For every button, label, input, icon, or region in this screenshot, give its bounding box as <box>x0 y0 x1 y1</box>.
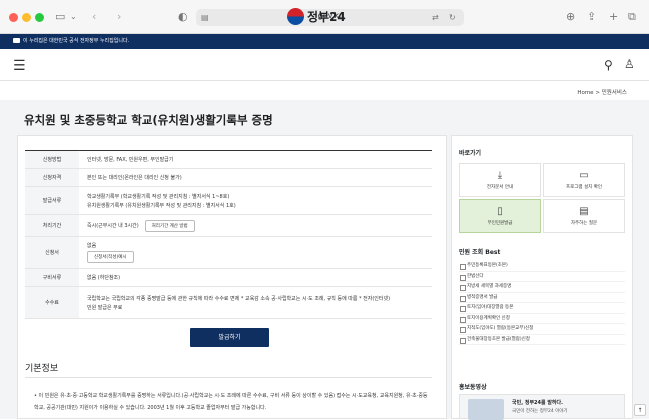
privacy-shield-icon[interactable]: ◐ <box>178 10 188 24</box>
share-icon[interactable]: ⇪ <box>587 10 596 24</box>
scroll-top-icon[interactable]: ↑ <box>634 404 646 416</box>
breadcrumb-separator: > <box>595 90 600 96</box>
chevron-down-icon[interactable]: ⌄ <box>70 10 77 24</box>
minimize-window-button[interactable] <box>22 13 31 22</box>
row-value: 즉시(근무시간 내 3시간) <box>87 223 139 229</box>
row-value: 없음 <box>87 243 97 249</box>
basic-info-body: 이 민원은 유·초·중·고등학교 학교생활기록부를 증명하는 서류입니다.(공·… <box>34 393 428 411</box>
list-item[interactable]: 토지이용계획확인 신청 <box>459 314 625 324</box>
sidebar-toggle-icon[interactable]: ▭ <box>55 10 65 24</box>
quick-link-program-check[interactable]: ▭ 프로그램 설치 확인 <box>543 163 625 197</box>
breadcrumb-home[interactable]: Home <box>577 90 593 96</box>
chat-icon: ▤ <box>579 205 589 217</box>
taegeuk-logo-icon <box>287 7 304 25</box>
table-row: 수수료 국립학교는 국립학교의 각종 증명발급 등에 관한 규칙에 따라 수수료… <box>25 287 432 319</box>
back-icon[interactable]: ‹ <box>92 10 96 24</box>
table-row: 처리기간 즉시(근무시간 내 3시간) 처리기간 계산 방법 <box>25 215 432 237</box>
best-list-title: 민원 조회 Best <box>459 249 501 256</box>
logo-text: 정부24 <box>307 9 346 24</box>
apply-button[interactable]: 발급하기 <box>190 328 269 347</box>
row-value: 없음 (하단참조) <box>87 275 121 281</box>
list-item[interactable]: 지방세 세목별 과세증명 <box>459 282 625 293</box>
monitor-icon: ▭ <box>579 169 589 181</box>
quick-links-title: 바로가기 <box>459 150 482 157</box>
best-civil-list: 주민등록표등본(초본) 한법선다 지방세 세목별 과세증명 병적증명서 발급 토… <box>459 261 625 345</box>
period-calc-button[interactable]: 처리기간 계산 방법 <box>144 219 195 232</box>
quick-link-label: 자주하는 질문 <box>570 220 598 226</box>
row-value: 본인 또는 대리인(온라인은 대리인 신청 불가) <box>87 175 182 181</box>
video-thumbnail[interactable] <box>468 399 504 420</box>
gov-banner-text: 이 누리집은 대한민국 공식 전자정부 누리집입니다. <box>23 38 130 44</box>
user-icon[interactable]: ♙ <box>624 57 635 71</box>
row-label: 신청서 <box>25 237 79 268</box>
row-value: 인터넷, 방문, FAX, 민원우편, 무인발급기 <box>87 157 174 163</box>
new-tab-icon[interactable]: + <box>609 10 618 24</box>
quick-link-kiosk[interactable]: ▯ 무인민원발급 <box>459 199 541 233</box>
table-row: 신청자격 본인 또는 대리인(온라인은 대리인 신청 불가) <box>25 169 432 187</box>
form-example-button[interactable]: 신청서(작성)예시 <box>87 251 134 263</box>
taegeuk-flag-icon <box>13 38 20 43</box>
promo-video-card[interactable]: 국민, 정부24를 말하다. 국민이 전하는 정부24 이야기 <box>459 394 625 420</box>
row-value: 유치원생활기록부 (유치원생활기록부 작성 및 관리지침 : 별지서식 1호) <box>87 202 236 209</box>
service-info-table: 신청방법 인터넷, 방문, FAX, 민원우편, 무인발급기 신청자격 본인 또… <box>25 150 432 319</box>
promo-subtext: 국민이 전하는 정부24 이야기 <box>512 409 568 414</box>
list-item[interactable]: 건축물대장등초본 발급(열람)신청 <box>459 335 625 345</box>
list-item[interactable]: 지적도(임야도) 열람(등본교부)신청 <box>459 324 625 335</box>
table-row: 발급서류 학교생활기록부 (학교생활기록 작성 및 관리지침 : 별지서식 1~… <box>25 187 432 215</box>
list-item[interactable]: 병적증명서 발급 <box>459 293 625 303</box>
basic-info-text: • 이 민원은 유·초·중·고등학교 학교생활기록부를 증명하는 서류입니다.(… <box>34 393 428 411</box>
page-title: 유치원 및 초중등학교 학교(유치원)생활기록부 증명 <box>24 113 273 127</box>
list-item[interactable]: 한법선다 <box>459 272 625 282</box>
search-icon[interactable]: ⚲ <box>604 58 613 72</box>
maximize-window-button[interactable] <box>35 13 44 22</box>
kiosk-icon: ▯ <box>497 205 503 217</box>
row-label: 구비서류 <box>25 269 79 286</box>
promo-headline: 국민, 정부24를 말하다. <box>512 400 564 406</box>
site-header <box>0 49 649 81</box>
download-icon[interactable]: ⊕ <box>566 10 575 24</box>
breadcrumb-current[interactable]: 민원서비스 <box>602 90 627 96</box>
translate-icon[interactable]: ⇄ <box>432 11 439 25</box>
close-window-button[interactable] <box>9 13 18 22</box>
list-item[interactable]: 토지(임야)대장열람 등본 <box>459 303 625 314</box>
promo-title: 홍보동영상 <box>459 384 487 391</box>
row-value: 학교생활기록부 (학교생활기록 작성 및 관리지침 : 별지서식 1~8호) <box>87 193 230 200</box>
download-icon: ⤓ <box>497 169 503 181</box>
quick-link-label: 무인민원발급 <box>487 220 513 226</box>
menu-icon[interactable]: ☰ <box>13 59 26 73</box>
forward-icon[interactable]: › <box>117 10 121 24</box>
row-label: 수수료 <box>25 287 79 318</box>
official-gov-banner: 이 누리집은 대한민국 공식 전자정부 누리집입니다. <box>0 34 649 49</box>
table-row: 신청방법 인터넷, 방문, FAX, 민원우편, 무인발급기 <box>25 151 432 169</box>
row-label: 발급서류 <box>25 187 79 214</box>
table-row: 신청서 없음 신청서(작성)예시 <box>25 237 432 269</box>
quick-link-e-document[interactable]: ⤓ 전자문서 안내 <box>459 163 541 197</box>
row-value: 국립학교는 국립학교의 각종 증명발급 등에 관한 규칙에 따라 수수료 면제 … <box>87 295 391 302</box>
row-label: 신청방법 <box>25 151 79 168</box>
quick-link-label: 프로그램 설치 확인 <box>566 184 602 190</box>
breadcrumb: Home > 민원서비스 <box>577 88 627 96</box>
table-row: 구비서류 없음 (하단참조) <box>25 269 432 287</box>
row-label: 처리기간 <box>25 215 79 236</box>
quick-link-label: 전자문서 안내 <box>486 184 514 190</box>
quick-link-faq[interactable]: ▤ 자주하는 질문 <box>543 199 625 233</box>
basic-info-title: 기본정보 <box>25 364 59 374</box>
list-item[interactable]: 주민등록표등본(초본) <box>459 261 625 272</box>
tab-overview-icon[interactable]: ⧉ <box>628 10 636 24</box>
row-value: 민원 발급은 무료 <box>87 304 123 311</box>
quick-links-grid: ⤓ 전자문서 안내 ▭ 프로그램 설치 확인 ▯ 무인민원발급 ▤ 자주하는 질… <box>459 163 625 233</box>
site-logo[interactable]: 정부24 <box>287 7 346 25</box>
divider <box>25 377 432 378</box>
row-label: 신청자격 <box>25 169 79 186</box>
reload-icon[interactable]: ↻ <box>449 11 456 25</box>
